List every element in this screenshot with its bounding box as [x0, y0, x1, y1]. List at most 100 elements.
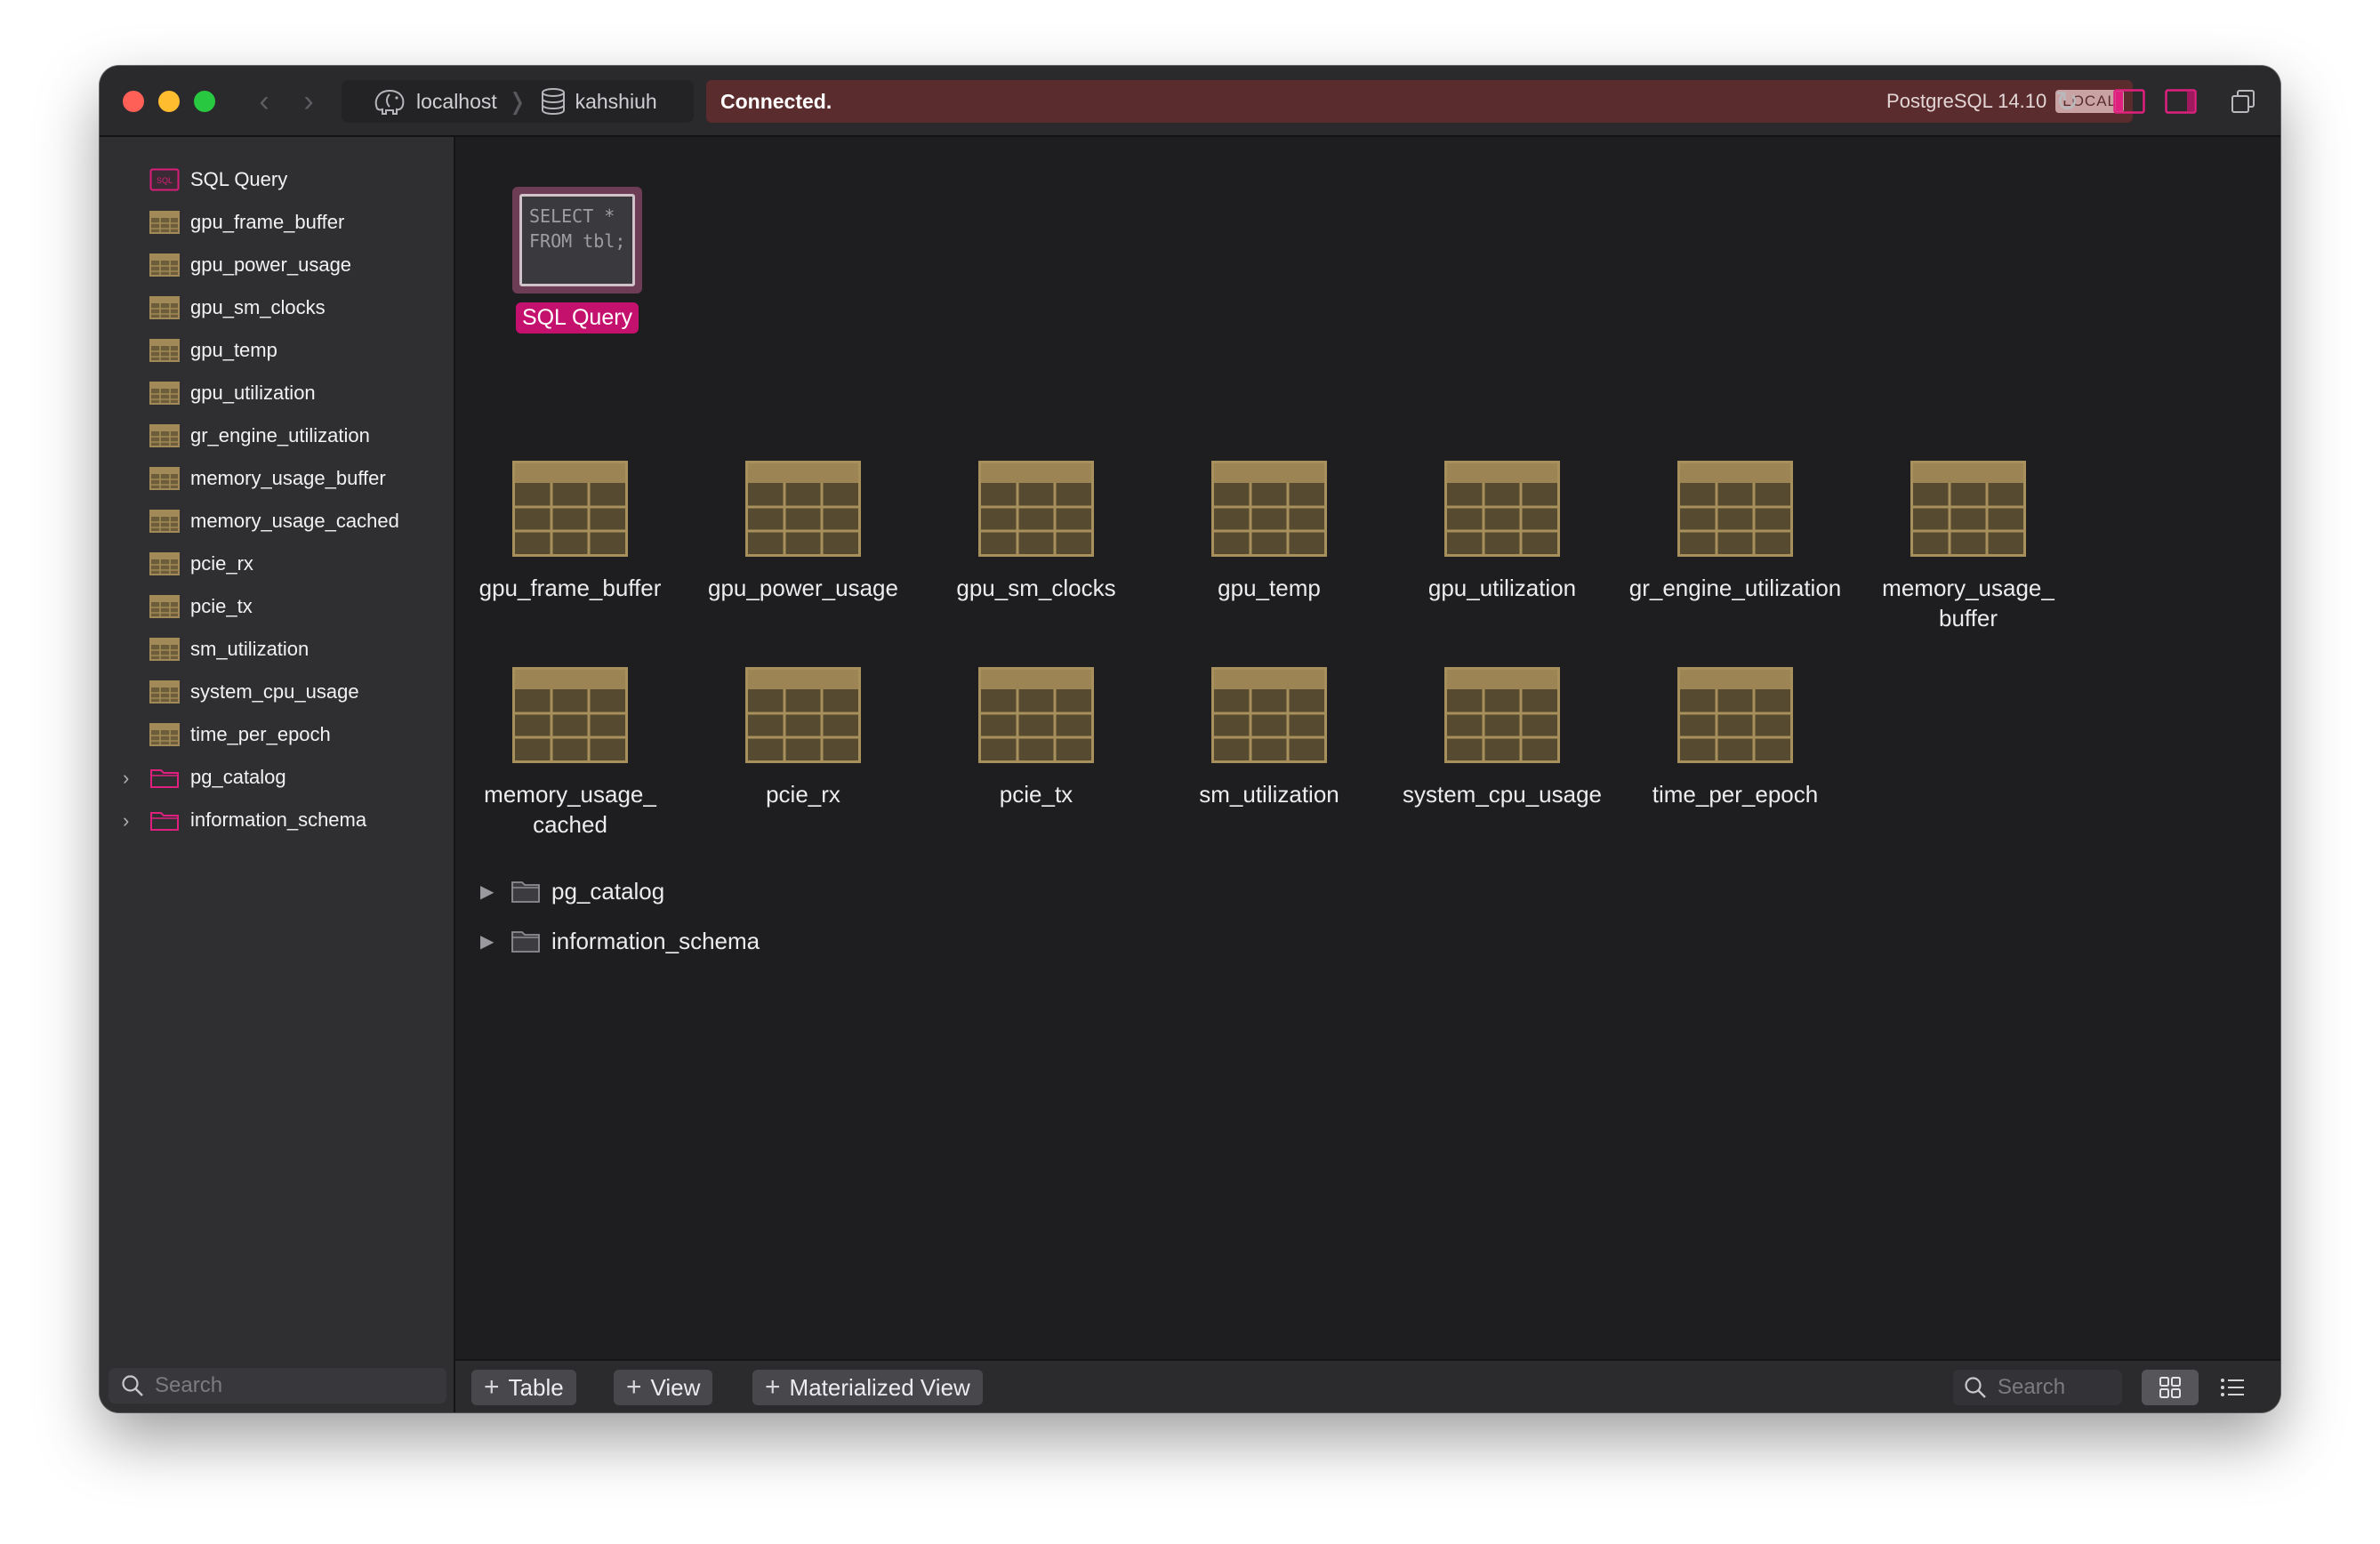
- table-icon: [149, 723, 180, 746]
- sidebar-item-table[interactable]: gpu_frame_buffer: [100, 201, 454, 244]
- sidebar-item-table[interactable]: gr_engine_utilization: [100, 414, 454, 457]
- table-tile-label: system_cpu_usage: [1402, 781, 1603, 808]
- table-tile-label: memory_usage_ buffer: [1882, 575, 2054, 631]
- minimize-window-button[interactable]: [158, 91, 180, 112]
- sidebar-item-label: information_schema: [190, 808, 367, 831]
- table-tile-label: gpu_utilization: [1427, 575, 1577, 601]
- refresh-button[interactable]: ↻: [2051, 85, 2083, 117]
- table-tile[interactable]: gpu_power_usage: [692, 461, 914, 603]
- sidebar-item-table[interactable]: memory_usage_buffer: [100, 457, 454, 500]
- table-tile[interactable]: gpu_sm_clocks: [925, 461, 1147, 603]
- disclosure-triangle-icon[interactable]: ▶: [480, 881, 500, 903]
- refresh-icon: ↻: [2054, 85, 2079, 117]
- disclosure-triangle-icon[interactable]: ▶: [480, 930, 500, 953]
- table-tile-label: pcie_tx: [999, 781, 1073, 808]
- search-icon: [1965, 1377, 1986, 1398]
- table-icon: [149, 253, 180, 277]
- sql-query-tile[interactable]: SELECT * FROM tbl; SQL Query: [512, 187, 642, 334]
- table-icon: [149, 467, 180, 490]
- engine-version: PostgreSQL 14.10: [1886, 90, 2047, 112]
- left-panel-icon: [2113, 89, 2145, 114]
- table-icon: [1211, 461, 1327, 557]
- back-button[interactable]: ‹: [251, 84, 277, 119]
- breadcrumb-database[interactable]: kahshiuh: [540, 87, 657, 116]
- table-tile[interactable]: time_per_epoch: [1624, 667, 1846, 809]
- table-tile[interactable]: gpu_frame_buffer: [459, 461, 681, 603]
- table-tile[interactable]: memory_usage_ buffer: [1857, 461, 2079, 633]
- sidebar-item-schema[interactable]: › pg_catalog: [100, 756, 454, 799]
- sidebar-item-table[interactable]: time_per_epoch: [100, 713, 454, 756]
- sidebar-item-table[interactable]: system_cpu_usage: [100, 671, 454, 713]
- window-stack-icon: [2231, 90, 2255, 113]
- sidebar-item-table[interactable]: pcie_rx: [100, 543, 454, 585]
- table-tile[interactable]: gpu_utilization: [1391, 461, 1613, 603]
- folder-icon: [511, 881, 540, 903]
- sidebar-item-label: gpu_sm_clocks: [190, 296, 326, 318]
- add-materialized-view-label: Materialized View: [789, 1373, 970, 1401]
- main-content: SELECT * FROM tbl; SQL Query gpu_frame_b…: [455, 137, 2280, 1359]
- breadcrumb-database-label: kahshiuh: [575, 89, 657, 113]
- bottom-toolbar: + Table + View + Materialized View: [455, 1359, 2280, 1412]
- folder-icon: [150, 769, 179, 788]
- table-tile[interactable]: sm_utilization: [1158, 667, 1380, 809]
- table-icon: [149, 680, 180, 704]
- table-tile[interactable]: gr_engine_utilization: [1624, 461, 1846, 603]
- sidebar-item-label: pcie_tx: [190, 595, 253, 617]
- forward-button[interactable]: ›: [295, 84, 322, 119]
- chevron-right-icon[interactable]: ›: [123, 767, 129, 790]
- svg-text:SQL: SQL: [157, 176, 173, 185]
- table-icon: [1910, 461, 2026, 557]
- list-icon: [2221, 1379, 2244, 1396]
- list-view-button[interactable]: [2204, 1370, 2261, 1405]
- table-icon: [1211, 667, 1327, 763]
- sidebar-item-label: gpu_temp: [190, 339, 277, 361]
- sidebar-item-label: gpu_frame_buffer: [190, 211, 345, 233]
- table-icon: [1444, 667, 1560, 763]
- folder-icon: [511, 931, 540, 953]
- toggle-right-panel-button[interactable]: [2165, 85, 2197, 117]
- sidebar-item-table[interactable]: gpu_sm_clocks: [100, 286, 454, 329]
- zoom-window-button[interactable]: [194, 91, 215, 112]
- schema-label: pg_catalog: [551, 877, 665, 905]
- table-icon: [149, 382, 180, 405]
- table-icon: [1444, 461, 1560, 557]
- chevron-right-icon[interactable]: ›: [123, 809, 129, 832]
- add-materialized-view-button[interactable]: + Materialized View: [752, 1370, 983, 1405]
- table-tile-label: gpu_sm_clocks: [956, 575, 1116, 601]
- grid-view-button[interactable]: [2142, 1370, 2199, 1405]
- sidebar-item-table[interactable]: pcie_tx: [100, 585, 454, 628]
- new-window-button[interactable]: [2227, 85, 2259, 117]
- toggle-left-panel-button[interactable]: [2113, 85, 2145, 117]
- table-tile-label: sm_utilization: [1199, 781, 1339, 808]
- breadcrumb-server[interactable]: localhost: [372, 87, 497, 116]
- breadcrumb-separator: ❭: [507, 87, 527, 115]
- table-tile[interactable]: pcie_rx: [692, 667, 914, 809]
- table-tile-label: gr_engine_utilization: [1628, 575, 1842, 601]
- sidebar-item-table[interactable]: memory_usage_cached: [100, 500, 454, 543]
- table-icon: [1677, 461, 1793, 557]
- sidebar-item-table[interactable]: sm_utilization: [100, 628, 454, 671]
- close-window-button[interactable]: [123, 91, 144, 112]
- sidebar-item-label: gpu_power_usage: [190, 253, 352, 276]
- schema-row-pg-catalog[interactable]: ▶ pg_catalog: [480, 873, 664, 909]
- plus-icon: +: [765, 1372, 781, 1402]
- table-tile[interactable]: pcie_tx: [925, 667, 1147, 809]
- table-tile[interactable]: gpu_temp: [1158, 461, 1380, 603]
- schema-row-information-schema[interactable]: ▶ information_schema: [480, 923, 760, 959]
- main-search-input[interactable]: [1998, 1375, 2113, 1400]
- sidebar-item-table[interactable]: gpu_utilization: [100, 372, 454, 414]
- sql-icon: SQL: [149, 168, 180, 191]
- add-view-label: View: [650, 1373, 701, 1401]
- table-tile-label: gpu_temp: [1218, 575, 1321, 601]
- sidebar-item-table[interactable]: gpu_temp: [100, 329, 454, 372]
- sidebar-item-table[interactable]: gpu_power_usage: [100, 244, 454, 286]
- add-view-button[interactable]: + View: [614, 1370, 713, 1405]
- table-tile[interactable]: memory_usage_ cached: [459, 667, 681, 840]
- sidebar-item-label: system_cpu_usage: [190, 680, 359, 703]
- sidebar-item-schema[interactable]: › information_schema: [100, 799, 454, 841]
- table-tile[interactable]: system_cpu_usage: [1391, 667, 1613, 809]
- sidebar-search-input[interactable]: [155, 1373, 422, 1398]
- add-table-button[interactable]: + Table: [471, 1370, 576, 1405]
- table-icon: [978, 667, 1094, 763]
- sidebar-item-sql-query[interactable]: SQL SQL Query: [100, 158, 454, 201]
